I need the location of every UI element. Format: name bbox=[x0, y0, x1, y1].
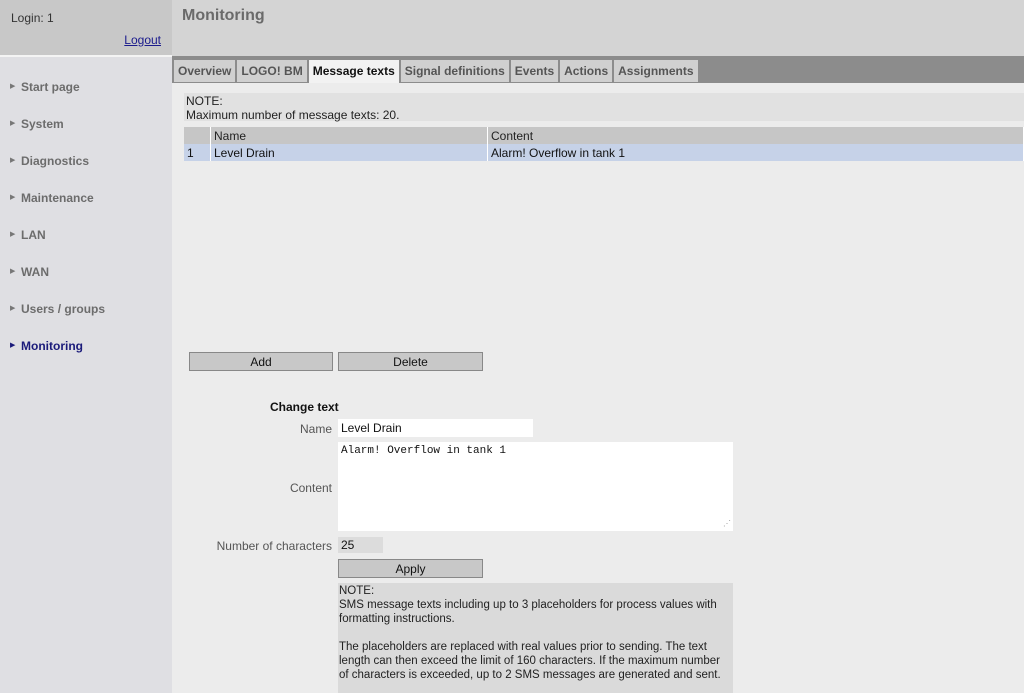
chevron-right-icon: ▶ bbox=[10, 231, 16, 238]
sidebar-nav: ▶ Start page ▶ System ▶ Diagnostics ▶ Ma… bbox=[0, 77, 172, 373]
add-button[interactable]: Add bbox=[189, 352, 333, 371]
sidebar-item-monitoring[interactable]: ▶ Monitoring bbox=[0, 336, 172, 373]
tab-overview[interactable]: Overview bbox=[174, 60, 236, 82]
sidebar-item-users-groups[interactable]: ▶ Users / groups bbox=[0, 299, 172, 336]
note-title: NOTE: bbox=[186, 94, 223, 108]
sidebar-item-label: LAN bbox=[21, 228, 46, 242]
character-count-field: 25 bbox=[338, 537, 383, 553]
sidebar-item-label: Start page bbox=[21, 80, 80, 94]
sidebar-item-lan[interactable]: ▶ LAN bbox=[0, 225, 172, 262]
note-paragraph: SMS message texts including up to 3 plac… bbox=[339, 599, 717, 625]
tab-message-texts[interactable]: Message texts bbox=[308, 60, 399, 83]
tab-events[interactable]: Events bbox=[510, 60, 559, 82]
sidebar: Login: 1 Logout ▶ Start page ▶ System ▶ … bbox=[0, 0, 172, 693]
sidebar-item-label: Diagnostics bbox=[21, 154, 90, 168]
sidebar-item-label: System bbox=[21, 117, 64, 131]
sidebar-item-label: Users / groups bbox=[21, 302, 106, 316]
login-panel: Login: 1 Logout bbox=[0, 0, 172, 57]
tab-bar: Overview LOGO! BM Message texts Signal d… bbox=[172, 56, 1024, 83]
tab-logo-bm[interactable]: LOGO! BM bbox=[237, 60, 307, 82]
chevron-right-icon: ▶ bbox=[10, 305, 16, 312]
chevron-right-icon: ▶ bbox=[10, 120, 16, 127]
page-header: Monitoring bbox=[172, 0, 1024, 56]
chevron-right-icon: ▶ bbox=[10, 157, 16, 164]
table-row[interactable]: 1 Level Drain Alarm! Overflow in tank 1 bbox=[184, 144, 1024, 161]
main-content: NOTE: Maximum number of message texts: 2… bbox=[172, 83, 1024, 693]
chevron-right-icon: ▶ bbox=[10, 194, 16, 201]
sidebar-item-diagnostics[interactable]: ▶ Diagnostics bbox=[0, 151, 172, 188]
name-label: Name bbox=[299, 422, 332, 436]
content-label: Content bbox=[289, 481, 332, 495]
row-name[interactable]: Level Drain bbox=[210, 144, 488, 161]
note-box: NOTE: Maximum number of message texts: 2… bbox=[184, 93, 1024, 122]
chevron-right-icon: ▶ bbox=[10, 342, 16, 349]
note-text: Maximum number of message texts: 20. bbox=[186, 108, 400, 122]
sidebar-item-start-page[interactable]: ▶ Start page bbox=[0, 77, 172, 114]
tab-actions[interactable]: Actions bbox=[560, 60, 613, 82]
row-content[interactable]: Alarm! Overflow in tank 1 bbox=[487, 144, 1024, 161]
sms-note-box: NOTE: SMS message texts including up to … bbox=[338, 583, 733, 693]
note-paragraph: The placeholders are replaced with real … bbox=[339, 641, 721, 681]
page-title: Monitoring bbox=[182, 7, 265, 24]
tab-list: Overview LOGO! BM Message texts Signal d… bbox=[174, 60, 700, 83]
tab-assignments[interactable]: Assignments bbox=[614, 60, 698, 82]
row-index[interactable]: 1 bbox=[184, 144, 211, 161]
resize-grip-icon[interactable]: ⋰ bbox=[723, 521, 731, 529]
content-textarea[interactable]: Alarm! Overflow in tank 1 ⋰ bbox=[338, 442, 733, 531]
sidebar-item-wan[interactable]: ▶ WAN bbox=[0, 262, 172, 299]
column-header-content[interactable]: Content bbox=[487, 127, 1024, 144]
column-header-index bbox=[184, 127, 211, 144]
content-text: Alarm! Overflow in tank 1 bbox=[341, 445, 507, 457]
form-title: Change text bbox=[270, 400, 339, 414]
sidebar-item-label: Monitoring bbox=[21, 339, 83, 353]
delete-button[interactable]: Delete bbox=[338, 352, 483, 371]
message-texts-table: Name Content 1 Level Drain Alarm! Overfl… bbox=[184, 127, 1024, 161]
login-status: Login: 1 bbox=[11, 11, 54, 25]
note-title: NOTE: bbox=[339, 585, 375, 597]
chevron-right-icon: ▶ bbox=[10, 83, 16, 90]
logout-link[interactable]: Logout bbox=[124, 33, 161, 47]
sidebar-item-system[interactable]: ▶ System bbox=[0, 114, 172, 151]
apply-button[interactable]: Apply bbox=[338, 559, 483, 578]
column-header-name[interactable]: Name bbox=[210, 127, 488, 144]
sidebar-item-maintenance[interactable]: ▶ Maintenance bbox=[0, 188, 172, 225]
chevron-right-icon: ▶ bbox=[10, 268, 16, 275]
name-field[interactable] bbox=[338, 419, 533, 437]
table-header-row: Name Content bbox=[184, 127, 1024, 144]
tab-signal-definitions[interactable]: Signal definitions bbox=[400, 60, 509, 82]
sidebar-item-label: Maintenance bbox=[21, 191, 94, 205]
character-count-label: Number of characters bbox=[216, 539, 332, 553]
sidebar-item-label: WAN bbox=[21, 265, 49, 279]
